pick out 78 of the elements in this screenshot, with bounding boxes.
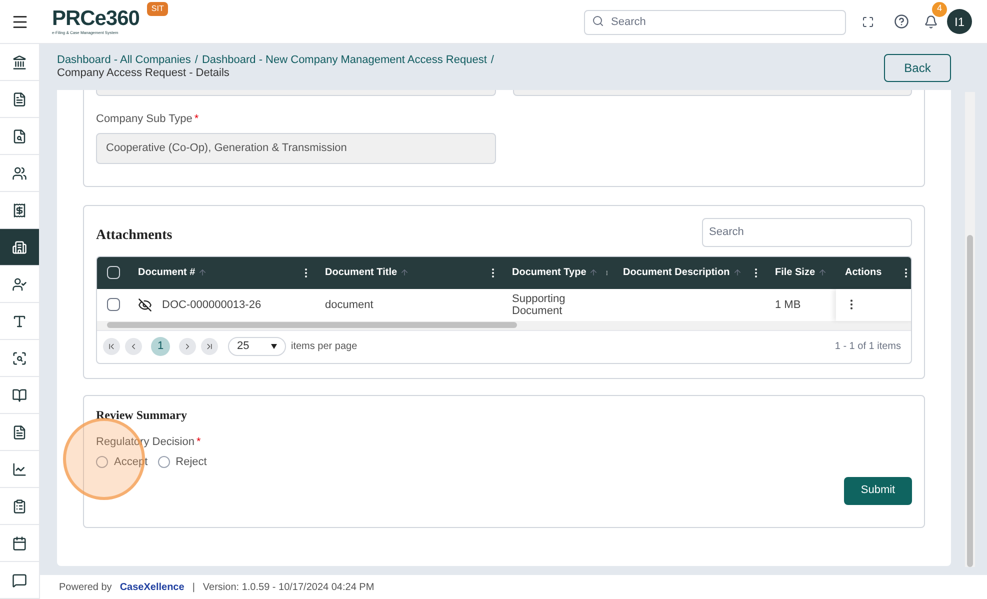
input-field[interactable] bbox=[96, 90, 496, 96]
table-search-field[interactable]: Search bbox=[702, 218, 912, 246]
page-button[interactable]: 1 bbox=[151, 337, 170, 356]
next-page-icon bbox=[183, 342, 192, 351]
bell-icon bbox=[924, 14, 938, 28]
dropdown-caret-icon bbox=[271, 344, 277, 349]
table-cell-text: Supporting Document bbox=[512, 292, 566, 316]
notification-badge: 4 bbox=[932, 2, 947, 16]
user-check-icon bbox=[12, 276, 27, 292]
page-size-label: items per page bbox=[291, 340, 358, 354]
radio-button[interactable] bbox=[158, 456, 170, 468]
sort-icon[interactable] bbox=[818, 268, 828, 277]
table-cell: 1 MB bbox=[775, 298, 801, 310]
column-header[interactable]: Document Description bbox=[623, 265, 730, 280]
breadcrumb-link[interactable]: Dashboard - All Companies bbox=[57, 54, 191, 67]
document-icon bbox=[12, 92, 27, 106]
required-mark: * bbox=[196, 436, 201, 448]
environment-badge: SIT bbox=[147, 2, 168, 16]
field-label: Company Sub Type bbox=[96, 113, 192, 125]
line-chart-icon bbox=[12, 462, 27, 476]
sidebar-item[interactable] bbox=[0, 229, 39, 266]
book-icon bbox=[12, 388, 27, 402]
users-icon bbox=[12, 166, 27, 180]
column-header[interactable]: Document # bbox=[138, 265, 196, 280]
scan-search-icon bbox=[12, 350, 27, 366]
required-mark: * bbox=[194, 113, 199, 125]
previous-page-icon bbox=[129, 342, 138, 351]
last-page-button[interactable] bbox=[201, 338, 218, 355]
back-button[interactable]: Back bbox=[884, 54, 951, 82]
column-header[interactable]: Document Type bbox=[512, 265, 586, 280]
bank-icon bbox=[12, 54, 27, 70]
sort-icon[interactable] bbox=[589, 268, 598, 277]
table-cell: document bbox=[325, 298, 374, 310]
version-text: Version: 1.0.59 - 10/17/2024 04:24 PM bbox=[202, 580, 374, 594]
calendar-icon bbox=[12, 536, 27, 550]
powered-by-label: Powered by bbox=[59, 580, 112, 594]
column-header[interactable]: File Size bbox=[775, 265, 816, 280]
section-title: Attachments bbox=[96, 226, 172, 244]
row-checkbox[interactable] bbox=[106, 298, 120, 311]
brand-logo: CaseXellence bbox=[120, 580, 184, 594]
horizontal-scrollbar[interactable] bbox=[97, 320, 911, 330]
sort-icon[interactable] bbox=[732, 268, 742, 277]
sort-icon[interactable] bbox=[400, 268, 410, 277]
breadcrumb-link[interactable]: Dashboard - New Company Management Access Request bbox=[202, 54, 487, 67]
vertical-scrollbar[interactable] bbox=[965, 92, 975, 567]
page-size-dropdown[interactable]: 25 bbox=[228, 337, 286, 356]
footer-separator: | bbox=[192, 580, 195, 594]
fullscreen-icon bbox=[862, 16, 874, 28]
breadcrumb-current: Company Access Request - Details bbox=[57, 67, 230, 80]
pager-summary: 1 - 1 of 1 items bbox=[834, 340, 901, 354]
search-field[interactable]: Search bbox=[584, 10, 846, 34]
user-avatar[interactable]: I1 bbox=[947, 9, 972, 34]
logo: PRCe360 bbox=[52, 8, 140, 30]
hidden-eye-icon[interactable] bbox=[138, 298, 152, 312]
last-page-icon bbox=[205, 342, 214, 351]
table-cell: DOC-000000013-26 bbox=[162, 298, 262, 310]
fullscreen-button[interactable] bbox=[862, 16, 874, 28]
file-search-icon bbox=[12, 128, 27, 144]
input-field[interactable] bbox=[512, 90, 912, 96]
section-title: Review Summary bbox=[96, 406, 188, 424]
first-page-button[interactable] bbox=[103, 338, 120, 355]
submit-button[interactable]: Submit bbox=[844, 476, 912, 504]
column-header[interactable]: Document Title bbox=[325, 265, 398, 280]
radio-button[interactable] bbox=[96, 456, 108, 468]
select-all-checkbox[interactable] bbox=[106, 266, 120, 279]
receipt-icon bbox=[12, 202, 27, 218]
sort-icon[interactable] bbox=[198, 268, 208, 277]
breadcrumb-separator: / bbox=[490, 54, 494, 67]
first-page-icon bbox=[107, 342, 116, 351]
input-field[interactable]: Cooperative (Co-Op), Generation & Transmission bbox=[96, 132, 496, 164]
text-icon bbox=[12, 314, 27, 328]
building-icon bbox=[12, 240, 27, 254]
radio-option[interactable]: Reject bbox=[158, 454, 207, 470]
clipboard-icon bbox=[12, 498, 27, 514]
search-icon bbox=[592, 15, 604, 27]
breadcrumb-separator: / bbox=[194, 54, 198, 67]
document-icon bbox=[12, 424, 27, 440]
column-header[interactable]: Actions bbox=[845, 265, 882, 280]
